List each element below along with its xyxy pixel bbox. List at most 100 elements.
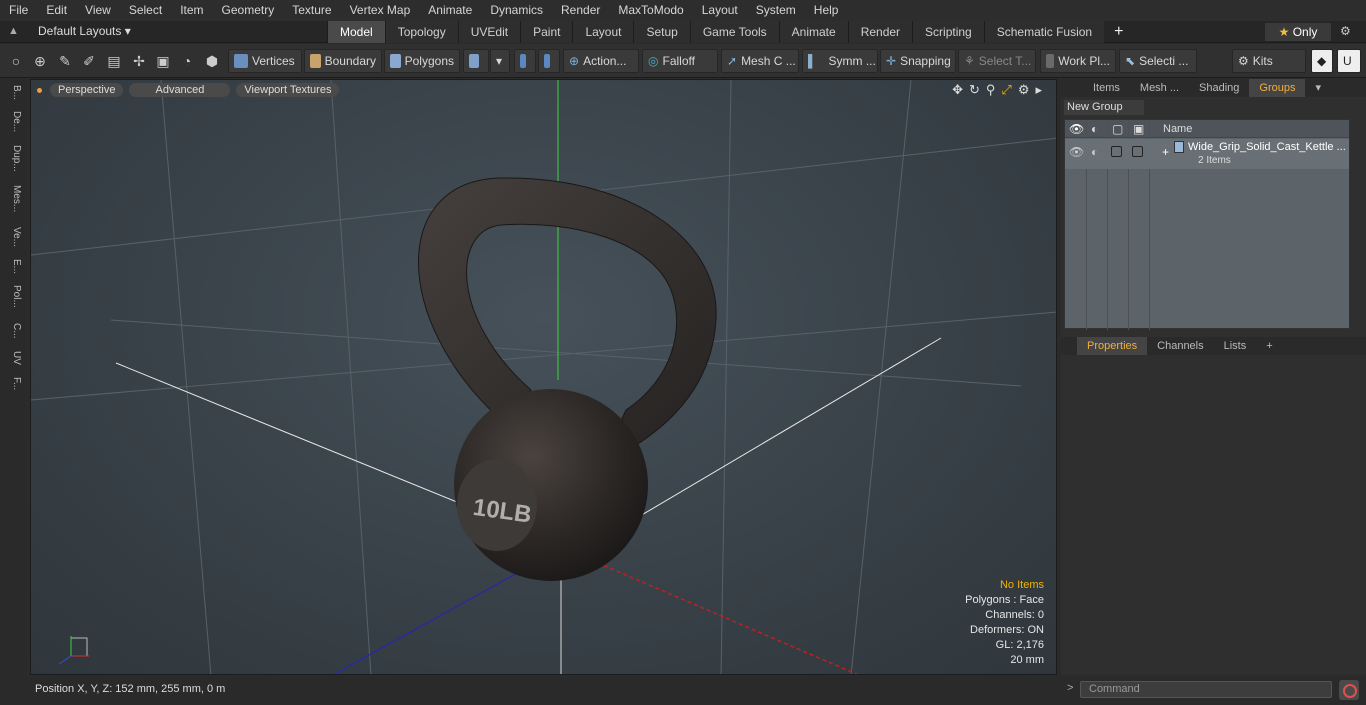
brush-icon[interactable]: ✐ (80, 52, 98, 70)
left-tab-curve[interactable]: C... (4, 323, 22, 339)
menu-dynamics[interactable]: Dynamics (481, 0, 552, 21)
menu-edit[interactable]: Edit (37, 0, 76, 21)
left-tab-polygon[interactable]: Pol... (4, 285, 22, 308)
viewport-settings-icon[interactable]: ⚙ (1018, 82, 1030, 98)
boundary-button[interactable]: Boundary (304, 49, 382, 73)
left-tab-duplicate[interactable]: Dup... (4, 145, 22, 172)
tab-game-tools[interactable]: Game Tools (689, 21, 779, 43)
tabs-dropdown-icon[interactable]: ▾ (1305, 79, 1331, 97)
select-icon[interactable]: ▣ (1133, 122, 1144, 136)
tab-scripting[interactable]: Scripting (912, 21, 984, 43)
kits-button[interactable]: ⚙ Kits (1232, 49, 1306, 73)
align-icon[interactable]: ▤ (105, 52, 123, 70)
globe-icon[interactable]: ⊕ (31, 52, 49, 70)
tab-mesh[interactable]: Mesh ... (1130, 79, 1189, 97)
new-group-button[interactable]: New Group (1064, 100, 1144, 115)
tab-model[interactable]: Model (327, 21, 385, 43)
tab-properties[interactable]: Properties (1077, 337, 1148, 355)
tab-channels[interactable]: Channels (1147, 337, 1213, 355)
tab-items[interactable]: Items (1083, 79, 1130, 97)
tab-topology[interactable]: Topology (384, 21, 458, 43)
falloff-button[interactable]: ◎ Falloff (642, 49, 718, 73)
polygons-button[interactable]: Polygons (384, 49, 460, 73)
menu-help[interactable]: Help (805, 0, 848, 21)
visibility-icon[interactable]: 👁 (1069, 145, 1084, 159)
shield-icon[interactable]: ⬢ (203, 52, 221, 70)
menu-system[interactable]: System (747, 0, 805, 21)
tab-render[interactable]: Render (847, 21, 913, 43)
lock-icon[interactable]: ▢ (1112, 122, 1123, 136)
select-circle-icon[interactable]: ○ (7, 52, 25, 70)
select-through-button[interactable]: ⚘ Select T... (958, 49, 1036, 73)
rotate-icon[interactable]: ◔ (178, 52, 196, 70)
snapping-button[interactable]: ✛ Snapping (880, 49, 956, 73)
tab-paint[interactable]: Paint (520, 21, 573, 43)
pen-icon[interactable]: ✎ (56, 52, 74, 70)
tab-shading[interactable]: Shading (1189, 79, 1249, 97)
gear-icon[interactable]: ⚙ (1340, 24, 1351, 38)
vertices-button[interactable]: Vertices (228, 49, 302, 73)
left-tab-fusion[interactable]: F... (4, 377, 22, 390)
tab-uvedit[interactable]: UVEdit (457, 21, 521, 43)
select-checkbox[interactable] (1132, 146, 1143, 157)
transform-icon[interactable]: ✢ (130, 52, 148, 70)
menu-geometry[interactable]: Geometry (213, 0, 284, 21)
add-tab-icon[interactable]: + (1104, 21, 1133, 43)
material-button[interactable] (463, 49, 489, 73)
menu-maxtomodo[interactable]: MaxToModo (609, 0, 692, 21)
viewport-textures-button[interactable]: Viewport Textures (236, 83, 340, 97)
action-button[interactable]: ⊕ Action ... (563, 49, 639, 73)
menu-animate[interactable]: Animate (419, 0, 481, 21)
tab-animate[interactable]: Animate (778, 21, 848, 43)
left-tab-mesh-edit[interactable]: Mes... (4, 185, 22, 212)
menu-layout[interactable]: Layout (693, 0, 747, 21)
lock-checkbox[interactable] (1111, 146, 1122, 157)
record-icon[interactable] (1339, 680, 1359, 700)
viewport-expand-icon[interactable]: ▸ (1035, 82, 1042, 98)
add-tab-icon[interactable]: + (1256, 337, 1282, 355)
expand-icon[interactable]: + (1162, 145, 1169, 159)
snap-a-button[interactable] (514, 49, 536, 73)
scale-icon[interactable]: ▣ (154, 52, 172, 70)
layout-selector[interactable]: Default Layouts ▾ (38, 24, 131, 38)
left-tab-deform[interactable]: De... (4, 111, 22, 132)
tab-schematic-fusion[interactable]: Schematic Fusion (983, 21, 1105, 43)
only-button[interactable]: ★ Only (1265, 23, 1331, 41)
unity-button[interactable]: ◆ (1311, 49, 1333, 73)
kettlebell-model[interactable]: 10LB (418, 177, 717, 581)
menu-item[interactable]: Item (171, 0, 212, 21)
menu-render[interactable]: Render (552, 0, 609, 21)
material-dropdown[interactable]: ▾ (490, 49, 510, 73)
render-toggle-icon[interactable]: ◐ (1091, 145, 1098, 159)
snap-b-button[interactable] (538, 49, 560, 73)
symmetry-button[interactable]: ▌ Symm ... (802, 49, 878, 73)
menu-view[interactable]: View (76, 0, 120, 21)
fit-icon[interactable]: ⤢ (1001, 82, 1011, 98)
selection-sets-button[interactable]: ⬉ Selecti ... (1119, 49, 1197, 73)
left-tab-edge[interactable]: E... (4, 259, 22, 274)
command-input[interactable]: Command (1080, 681, 1332, 698)
pan-icon[interactable]: ✥ (952, 82, 963, 98)
unreal-button[interactable]: U (1337, 49, 1361, 73)
layout-up-icon[interactable]: ▲ (8, 25, 22, 39)
eye-icon[interactable]: 👁 (1069, 122, 1084, 136)
viewport-3d[interactable]: 10LB Perspective Advanced Viewport Textu… (30, 79, 1057, 675)
shading-button[interactable]: Advanced (129, 83, 231, 97)
tab-groups[interactable]: Groups (1249, 79, 1306, 97)
left-tab-uv[interactable]: UV (4, 351, 22, 365)
render-icon[interactable]: ◐ (1091, 122, 1098, 136)
tab-layout[interactable]: Layout (572, 21, 634, 43)
mesh-constraint-button[interactable]: ➚ Mesh C ... (721, 49, 799, 73)
left-tab-basic[interactable]: B... (4, 85, 22, 100)
menu-vertex-map[interactable]: Vertex Map (341, 0, 420, 21)
menu-file[interactable]: File (0, 0, 37, 21)
work-plane-button[interactable]: Work Pl... (1040, 49, 1116, 73)
perspective-button[interactable]: Perspective (50, 83, 124, 97)
group-row[interactable]: 👁 ◐ + Wide_Grip_Solid_Cast_Kettle ... 2 … (1065, 139, 1349, 169)
menu-select[interactable]: Select (120, 0, 171, 21)
left-tab-vertex[interactable]: Ve... (4, 227, 22, 247)
menu-texture[interactable]: Texture (283, 0, 340, 21)
tab-lists[interactable]: Lists (1214, 337, 1257, 355)
zoom-icon[interactable]: ⚲ (986, 82, 996, 98)
tab-setup[interactable]: Setup (633, 21, 690, 43)
